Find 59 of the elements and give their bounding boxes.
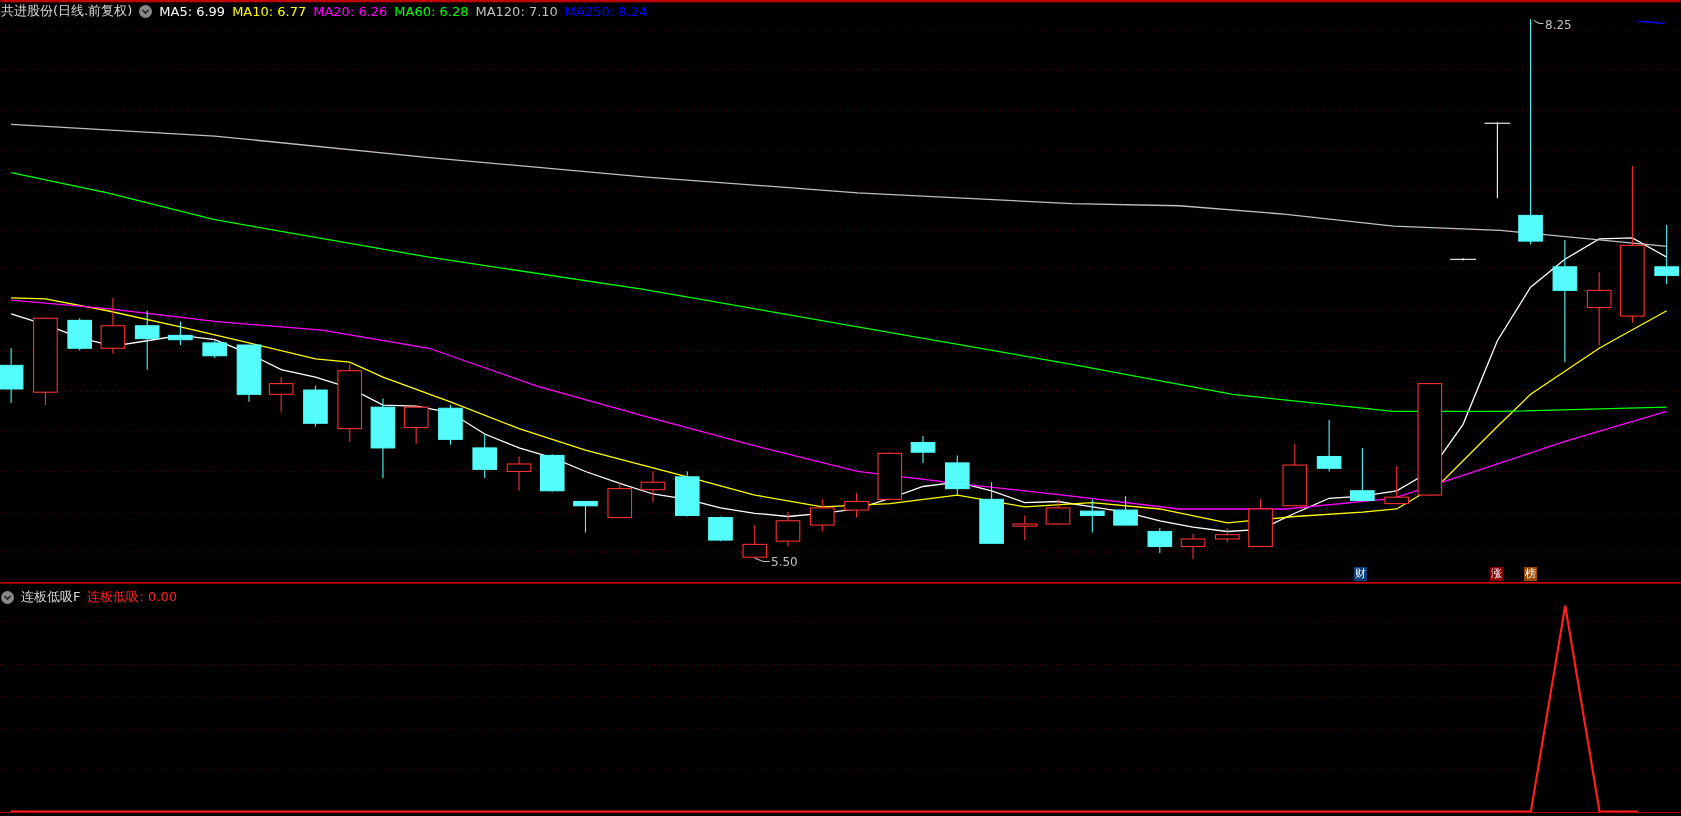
candlestick [979,481,1004,544]
indicator-value: MA250: 8.24 [564,3,648,19]
candlestick [775,511,801,548]
candlestick [236,344,262,403]
candlestick [268,376,294,414]
candlestick [910,435,936,464]
indicator-value: MA120: 7.10 [475,3,558,19]
candlestick [1282,443,1308,507]
candlestick [1215,527,1240,543]
candlestick [67,317,92,351]
candlestick [1045,498,1071,526]
event-badge[interactable]: 榜 [1523,567,1537,581]
candlestick [1113,495,1138,526]
stock-title: 共进股份(日线.前复权) [1,2,133,20]
candlestick [674,470,700,518]
candlestick [202,340,228,359]
candlestick [1654,224,1679,285]
dropdown-icon[interactable] [1,590,14,604]
indicator-value: MA60: 6.28 [394,3,469,19]
candlestick [1316,419,1342,473]
indicator-value: 连板低吸: 0.00 [87,588,177,606]
candlestick [708,515,733,542]
candlestick [1449,257,1477,261]
event-badge[interactable]: 财 [1354,567,1368,581]
indicator-value: MA20: 6.26 [313,3,388,19]
candlestick [1147,527,1173,554]
candlestick [539,453,565,493]
candlestick [944,454,970,496]
candlestick [1350,447,1375,501]
candlestick [640,470,666,504]
candlestick [438,404,463,446]
candlestick [168,320,193,346]
leader-line [1533,19,1544,25]
candlestick [742,524,768,558]
candlestick [134,310,160,371]
leader-line [754,557,771,563]
candlestick [1384,465,1409,505]
candlestick [0,347,24,404]
candlestick [303,385,328,427]
dropdown-icon[interactable] [139,4,153,18]
candlestick [877,451,903,501]
candlestick [506,455,532,492]
candlestick [403,404,429,445]
candlestick [100,297,126,355]
price-label: 8.25 [1545,18,1572,32]
indicator-title: 连板低吸F [21,588,81,606]
candlestick [472,433,498,479]
candlestick [1012,514,1038,541]
candlestick [1248,498,1273,548]
candlestick [607,481,633,519]
candlestick [1080,498,1105,534]
indicator-value: MA10: 6.77 [232,3,307,19]
candlestick [809,498,835,533]
event-badge[interactable]: 涨 [1489,567,1503,581]
candlestick [844,492,869,519]
indicator-value: MA5: 6.99 [159,3,226,19]
price-label: 5.50 [771,555,798,569]
candlestick [573,500,598,534]
candlestick [1180,533,1206,560]
